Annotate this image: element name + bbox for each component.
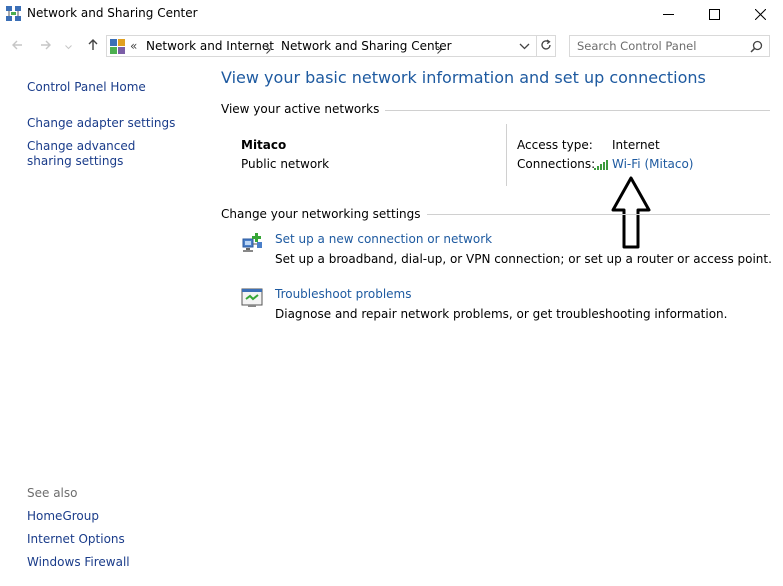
breadcrumb-network-and-internet[interactable]: Network and Internet <box>146 39 274 53</box>
address-dropdown-chevron-icon[interactable] <box>519 40 530 55</box>
close-button[interactable] <box>737 0 783 29</box>
setup-new-connection-description: Set up a broadband, dial-up, or VPN conn… <box>275 252 772 266</box>
access-type-value: Internet <box>612 138 660 152</box>
wifi-signal-icon <box>594 159 608 173</box>
left-pane: Control Panel Home Change adapter settin… <box>0 60 205 586</box>
refresh-button[interactable] <box>537 35 556 57</box>
chevron-down-icon <box>64 39 72 53</box>
recent-locations-button[interactable] <box>61 36 75 56</box>
close-icon <box>754 9 766 20</box>
chevron-right-icon[interactable] <box>266 43 271 57</box>
connections-label: Connections: <box>517 157 596 171</box>
change-advanced-sharing-settings-link[interactable]: Change advanced sharing settings <box>27 139 177 169</box>
network-type: Public network <box>241 157 330 171</box>
windows-firewall-link[interactable]: Windows Firewall <box>27 555 130 570</box>
minimize-icon <box>662 9 674 20</box>
network-center-icon <box>6 6 21 21</box>
maximize-icon <box>708 9 720 20</box>
networking-settings-heading: Change your networking settings <box>221 207 427 221</box>
search-box[interactable] <box>569 35 770 57</box>
arrow-left-icon <box>11 39 23 54</box>
see-also-heading: See also <box>27 486 78 500</box>
active-networks-heading: View your active networks <box>221 102 386 116</box>
maximize-button[interactable] <box>691 0 737 29</box>
control-panel-home-link[interactable]: Control Panel Home <box>27 80 146 95</box>
network-name: Mitaco <box>241 138 287 152</box>
arrow-up-icon <box>87 38 99 54</box>
window-title: Network and Sharing Center <box>27 6 198 20</box>
divider <box>506 124 507 186</box>
wifi-connection-link[interactable]: Wi-Fi (Mitaco) <box>612 157 694 171</box>
troubleshoot-icon[interactable] <box>240 286 264 310</box>
search-icon[interactable] <box>750 40 763 56</box>
up-button[interactable] <box>83 36 103 56</box>
homegroup-link[interactable]: HomeGroup <box>27 509 99 524</box>
change-adapter-settings-link[interactable]: Change adapter settings <box>27 116 175 131</box>
breadcrumb-network-and-sharing-center[interactable]: Network and Sharing Center <box>281 39 452 53</box>
new-connection-icon[interactable] <box>240 230 264 254</box>
minimize-button[interactable] <box>645 0 691 29</box>
access-type-label: Access type: <box>517 138 593 152</box>
forward-button[interactable] <box>36 36 56 56</box>
troubleshoot-problems-description: Diagnose and repair network problems, or… <box>275 307 728 321</box>
page-title: View your basic network information and … <box>221 68 706 87</box>
chevron-right-icon[interactable] <box>437 43 442 57</box>
search-input[interactable] <box>570 36 745 56</box>
address-bar[interactable]: « Network and Internet Network and Shari… <box>106 35 537 57</box>
title-bar: Network and Sharing Center <box>0 0 783 29</box>
setup-new-connection-link[interactable]: Set up a new connection or network <box>275 232 492 246</box>
internet-options-link[interactable]: Internet Options <box>27 532 125 547</box>
back-button[interactable] <box>7 36 27 56</box>
control-panel-icon <box>110 39 125 54</box>
breadcrumb-overflow[interactable]: « <box>130 39 137 53</box>
troubleshoot-problems-link[interactable]: Troubleshoot problems <box>275 287 411 301</box>
navigation-bar: « Network and Internet Network and Shari… <box>0 33 783 59</box>
refresh-icon <box>540 38 552 54</box>
arrow-right-icon <box>40 39 52 54</box>
